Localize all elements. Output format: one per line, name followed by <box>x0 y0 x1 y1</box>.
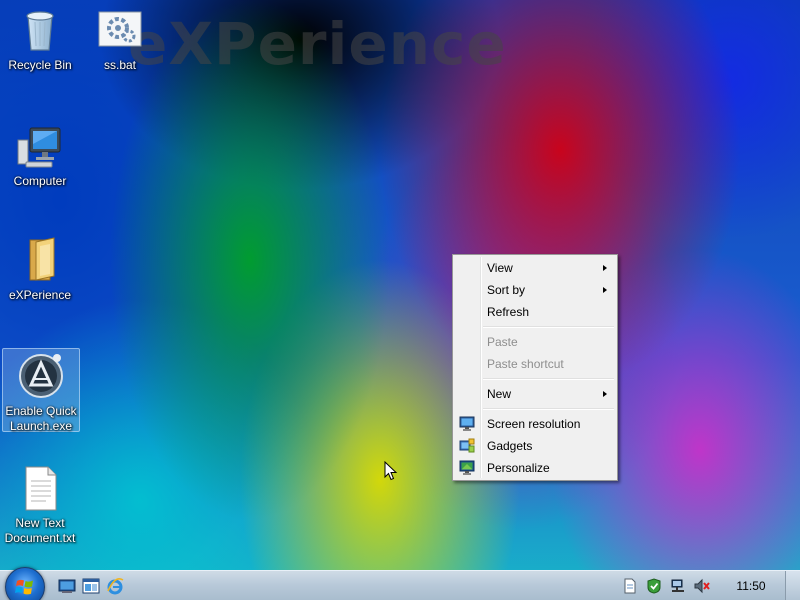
menu-item-label: Personalize <box>487 461 550 475</box>
menu-item-view[interactable]: View <box>455 257 615 279</box>
menu-item-sort-by[interactable]: Sort by <box>455 279 615 301</box>
network-icon[interactable] <box>670 578 686 594</box>
folder-icon <box>16 236 64 284</box>
show-desktop-button[interactable] <box>785 571 800 600</box>
batch-file-icon <box>96 6 144 54</box>
internet-explorer-icon[interactable] <box>106 577 124 595</box>
desktop-icon-label: ss.bat <box>103 58 136 72</box>
switch-windows-icon[interactable] <box>82 577 100 595</box>
desktop-icon-label: Enable Quick Launch.exe <box>5 404 77 433</box>
desktop-icon-label: Computer <box>13 174 67 188</box>
desktop-icon-label: eXPerience <box>8 288 72 302</box>
menu-item-new[interactable]: New <box>455 383 615 405</box>
show-desktop-icon[interactable] <box>58 577 76 595</box>
desktop-icon-ss-bat[interactable]: ss.bat <box>80 6 160 73</box>
menu-item-label: Sort by <box>487 283 526 297</box>
menu-separator <box>483 378 614 380</box>
submenu-arrow-icon <box>603 391 607 397</box>
computer-icon <box>16 122 64 170</box>
menu-item-label: Paste <box>487 335 518 349</box>
document-icon[interactable] <box>622 578 638 594</box>
submenu-arrow-icon <box>603 287 607 293</box>
submenu-arrow-icon <box>603 265 607 271</box>
desktop-icon-experience-folder[interactable]: eXPerience <box>0 236 80 303</box>
personalize-icon <box>459 460 475 476</box>
menu-item-label: Screen resolution <box>487 417 581 431</box>
menu-separator <box>483 408 614 410</box>
gadgets-icon <box>459 438 475 454</box>
desktop-icon-recycle-bin[interactable]: Recycle Bin <box>0 6 80 73</box>
app-exe-icon <box>17 352 65 400</box>
taskbar-clock[interactable]: 11:50 <box>724 571 778 600</box>
menu-item-label: Gadgets <box>487 439 533 453</box>
menu-item-paste[interactable]: Paste <box>455 331 615 353</box>
taskbar: 11:50 <box>0 567 800 600</box>
volume-muted-icon[interactable] <box>694 578 710 594</box>
menu-item-label: Paste shortcut <box>487 357 564 371</box>
menu-item-refresh[interactable]: Refresh <box>455 301 615 323</box>
menu-item-gadgets[interactable]: Gadgets <box>455 435 615 457</box>
desktop-icon-label: Recycle Bin <box>8 58 72 72</box>
menu-item-screen-resolution[interactable]: Screen resolution <box>455 413 615 435</box>
menu-separator <box>483 326 614 328</box>
menu-item-paste-shortcut[interactable]: Paste shortcut <box>455 353 615 375</box>
desktop-icon-computer[interactable]: Computer <box>0 122 80 189</box>
desktop[interactable]: eXPerience Recycle Bin ss.bat Computer e… <box>0 0 800 600</box>
wallpaper-watermark: eXPerience <box>128 10 507 78</box>
desktop-icon-label: New Text Document.txt <box>4 516 76 545</box>
menu-item-label: Refresh <box>487 305 530 319</box>
action-center-icon[interactable] <box>646 578 662 594</box>
mouse-cursor-icon <box>384 460 398 481</box>
desktop-icon-new-text-document[interactable]: New Text Document.txt <box>0 464 80 546</box>
menu-item-personalize[interactable]: Personalize <box>455 457 615 479</box>
text-document-icon <box>16 464 64 512</box>
screen-resolution-icon <box>459 416 475 432</box>
menu-item-label: View <box>487 261 513 275</box>
windows-start-icon[interactable] <box>5 567 45 600</box>
recycle-bin-icon <box>16 6 64 54</box>
desktop-icon-enable-quick-launch[interactable]: Enable Quick Launch.exe <box>2 348 80 433</box>
desktop-context-menu: View Sort by Refresh Paste Paste shortcu… <box>452 254 618 481</box>
menu-item-label: New <box>487 387 512 401</box>
